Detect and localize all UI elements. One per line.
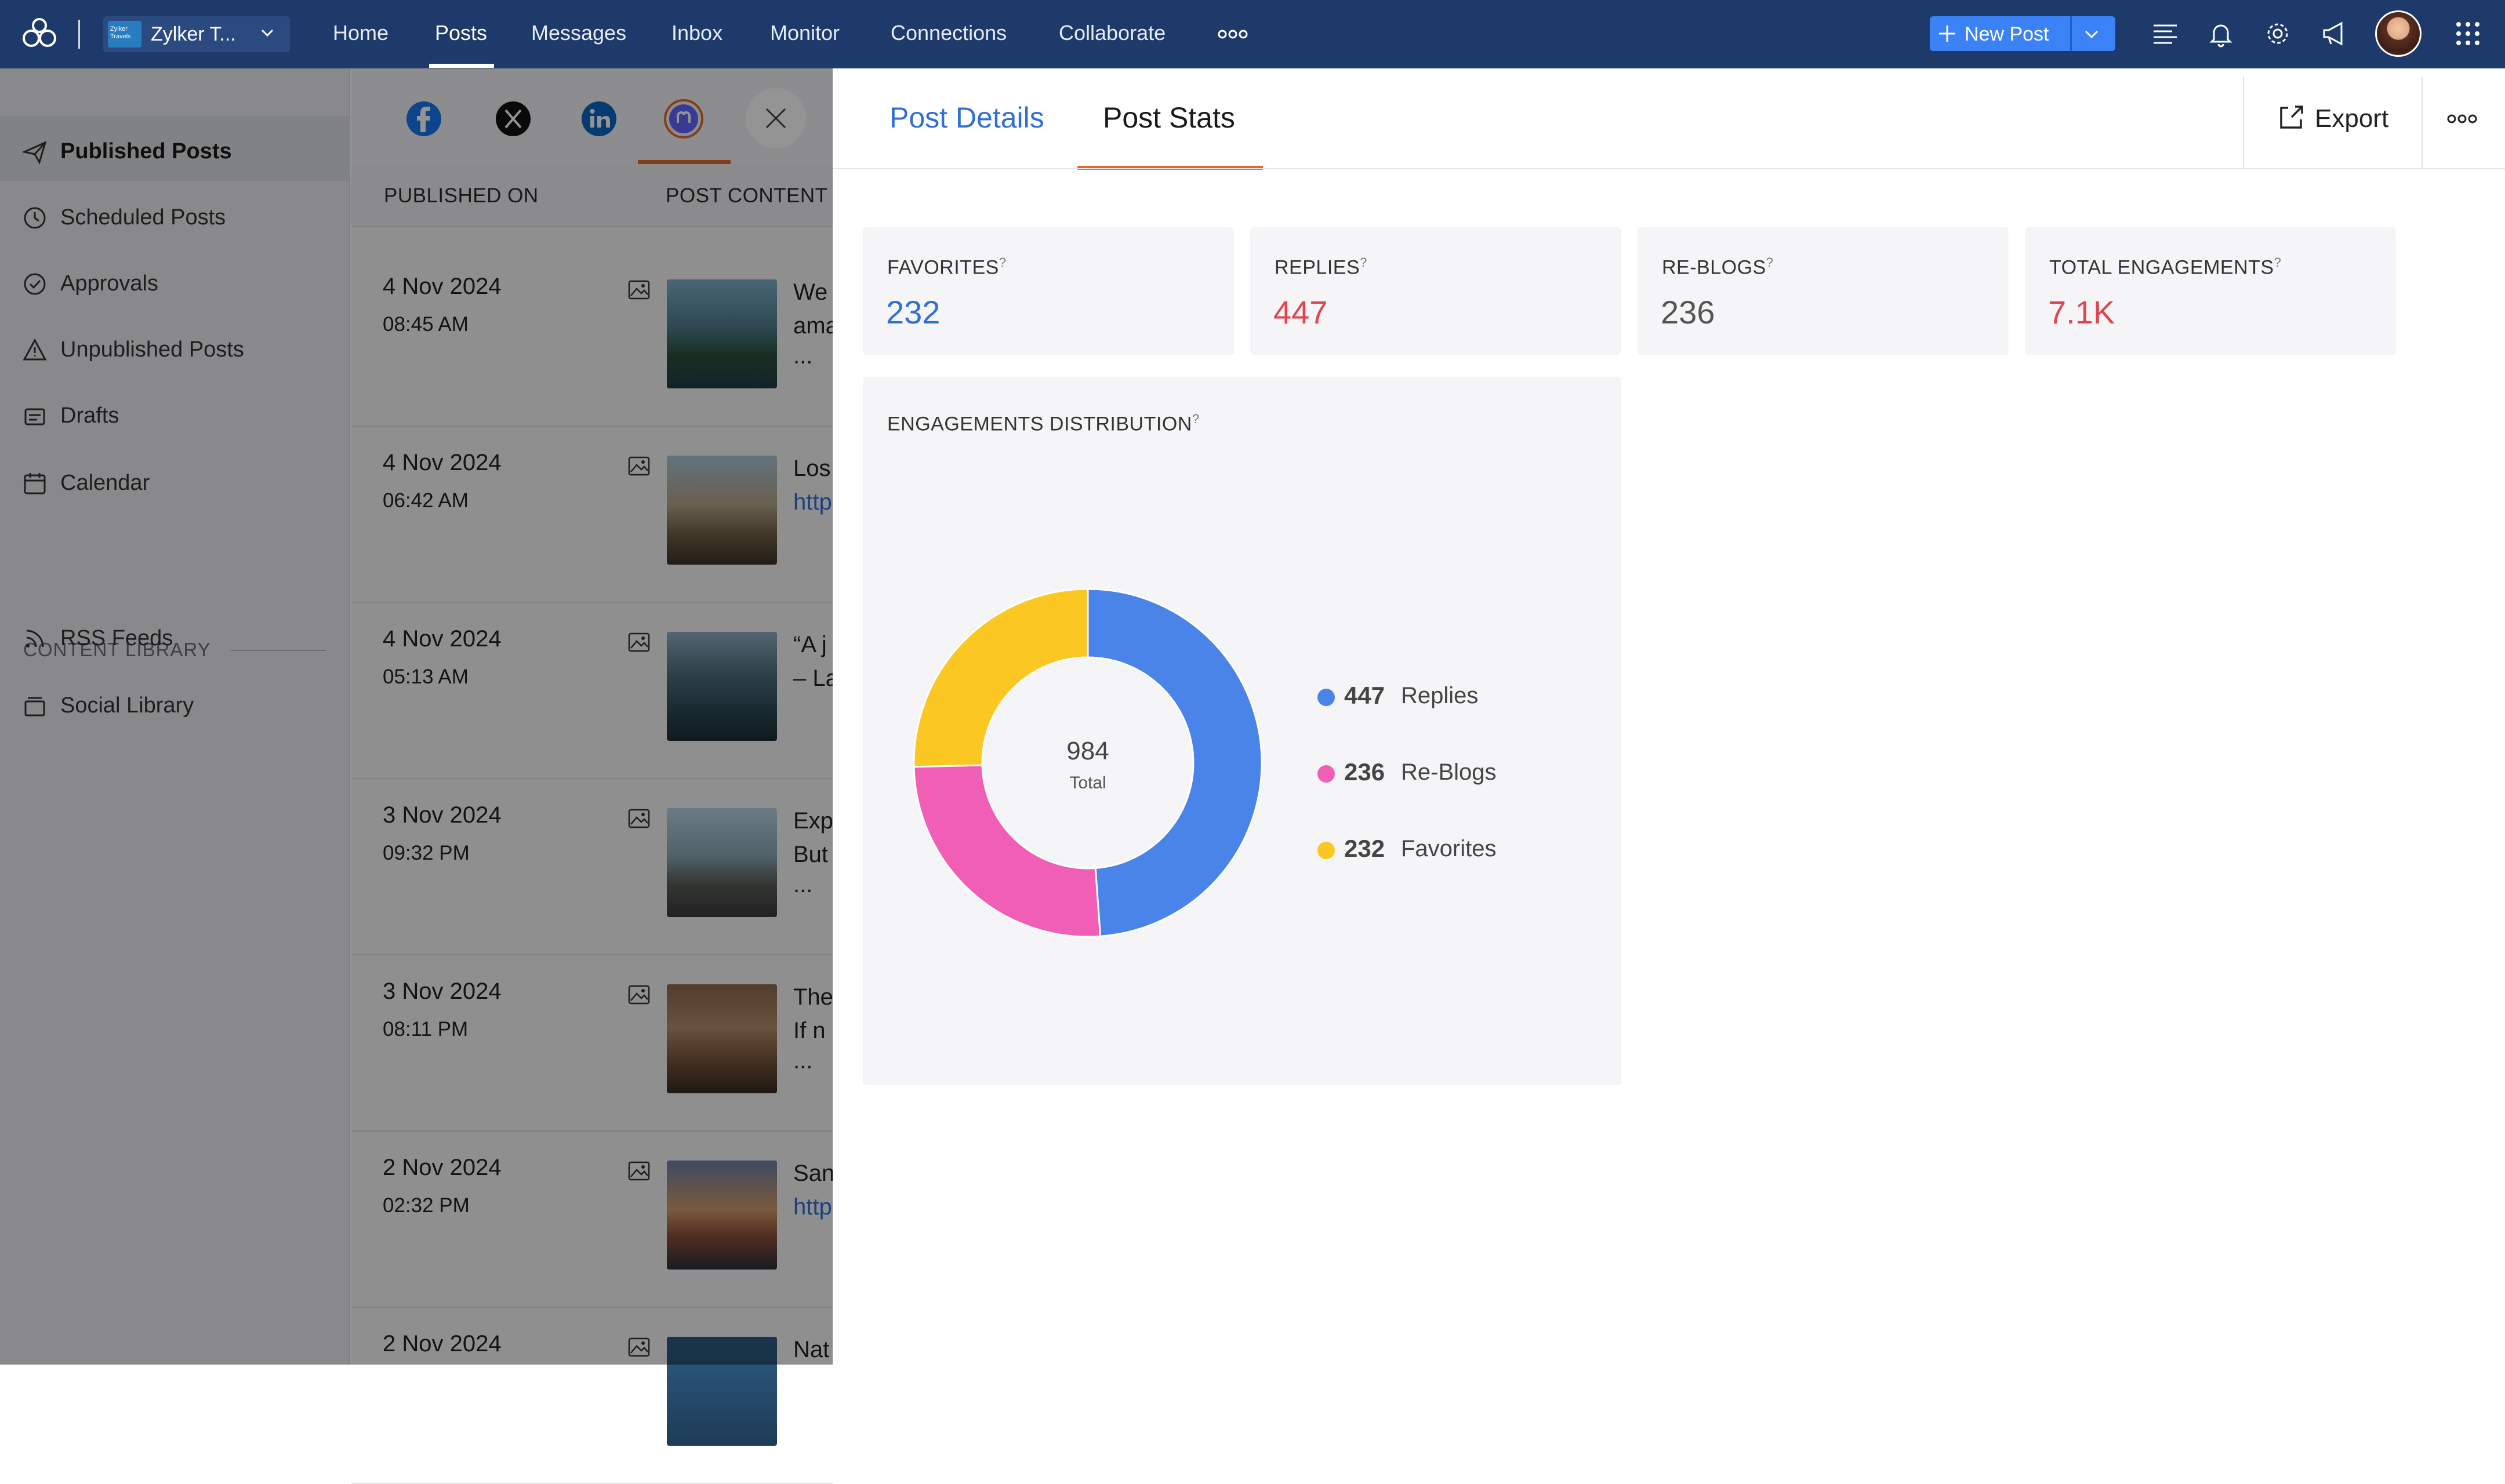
donut-total-value: 984: [1066, 737, 1109, 765]
gear-icon[interactable]: [2261, 17, 2294, 50]
chevron-down-icon: [261, 29, 274, 37]
stat-label: FAVORITES: [887, 256, 999, 279]
app-logo-icon[interactable]: [20, 15, 59, 54]
list-icon[interactable]: [2149, 17, 2181, 50]
avatar[interactable]: [2375, 10, 2422, 57]
legend-swatch: [1317, 765, 1335, 783]
bell-icon[interactable]: [2205, 17, 2237, 50]
stat-card-total-engagements: TOTAL ENGAGEMENTS? 7.1K: [2025, 227, 2396, 355]
new-post-button[interactable]: New Post: [1930, 16, 2115, 51]
divider: [78, 20, 80, 49]
megaphone-icon[interactable]: [2318, 17, 2351, 50]
nav-collaborate[interactable]: Collaborate: [1059, 21, 1166, 45]
legend-label: Replies: [1401, 683, 1479, 708]
legend-swatch: [1317, 842, 1335, 859]
stat-card-re-blogs: RE-BLOGS? 236: [1638, 227, 2009, 355]
legend-item-re-blogs[interactable]: 236 Re-Blogs: [1317, 755, 1549, 790]
brand-switcher[interactable]: Zylker Travels Zylker T...: [103, 16, 290, 52]
stat-value: 236: [1661, 294, 1715, 330]
brand-logo: Zylker Travels: [108, 21, 141, 48]
grid-apps-icon[interactable]: [2452, 17, 2484, 50]
nav-active-indicator: [429, 64, 494, 68]
export-icon: [2280, 106, 2303, 129]
top-bar: Zylker Travels Zylker T... Home Posts Me…: [0, 0, 2505, 68]
export-label: Export: [2315, 104, 2389, 133]
nav-connections[interactable]: Connections: [891, 21, 1007, 45]
help-icon[interactable]: ?: [1766, 255, 1774, 270]
legend-swatch: [1317, 689, 1335, 706]
legend-value: 447: [1344, 682, 1385, 709]
stat-card-replies: REPLIES? 447: [1250, 227, 1621, 355]
chart-title: ENGAGEMENTS DISTRIBUTION: [887, 413, 1192, 435]
more-horizontal-icon[interactable]: [2445, 110, 2479, 128]
help-icon[interactable]: ?: [1192, 412, 1200, 426]
donut-chart: 984 Total: [913, 588, 1263, 938]
nav-monitor[interactable]: Monitor: [770, 21, 840, 45]
brand-name: Zylker T...: [151, 23, 236, 45]
engagements-distribution-card: ENGAGEMENTS DISTRIBUTION? 984 Total 447 Re…: [863, 377, 1621, 1085]
divider: [2422, 77, 2423, 168]
help-icon[interactable]: ?: [999, 255, 1007, 270]
nav-home[interactable]: Home: [333, 21, 389, 45]
divider: [2070, 16, 2072, 51]
stat-value: 7.1K: [2048, 294, 2115, 330]
help-icon[interactable]: ?: [2274, 255, 2282, 270]
tab-post-stats[interactable]: Post Stats: [1103, 101, 1235, 134]
divider: [833, 168, 2505, 169]
stat-value: 447: [1273, 294, 1328, 330]
tab-post-details[interactable]: Post Details: [890, 101, 1044, 134]
new-post-label: New Post: [1965, 23, 2049, 45]
export-button[interactable]: Export: [2277, 102, 2404, 134]
donut-total-label: Total: [1069, 773, 1106, 792]
stat-card-favorites: FAVORITES? 232: [863, 227, 1234, 355]
stat-label: RE-BLOGS: [1662, 256, 1766, 279]
legend-item-favorites[interactable]: 232 Favorites: [1317, 831, 1549, 866]
stat-label: TOTAL ENGAGEMENTS: [2049, 256, 2274, 279]
legend-item-replies[interactable]: 447 Replies: [1317, 678, 1549, 713]
nav-posts[interactable]: Posts: [435, 21, 487, 45]
nav-inbox[interactable]: Inbox: [671, 21, 723, 45]
stat-value: 232: [886, 294, 941, 330]
stat-label: REPLIES: [1275, 256, 1360, 279]
nav-messages[interactable]: Messages: [531, 21, 626, 45]
divider: [2243, 77, 2244, 168]
legend-label: Favorites: [1401, 836, 1497, 861]
legend-label: Re-Blogs: [1401, 759, 1497, 785]
more-horizontal-icon[interactable]: [1217, 26, 1249, 43]
legend-value: 232: [1344, 835, 1385, 862]
chevron-down-icon[interactable]: [2082, 24, 2101, 44]
legend-value: 236: [1344, 758, 1385, 785]
help-icon[interactable]: ?: [1360, 255, 1367, 270]
post-stats-panel: Post Details Post Stats Export FAVORITES…: [833, 68, 2505, 1365]
modal-overlay[interactable]: [0, 68, 833, 1365]
plus-icon: [1939, 26, 1955, 42]
